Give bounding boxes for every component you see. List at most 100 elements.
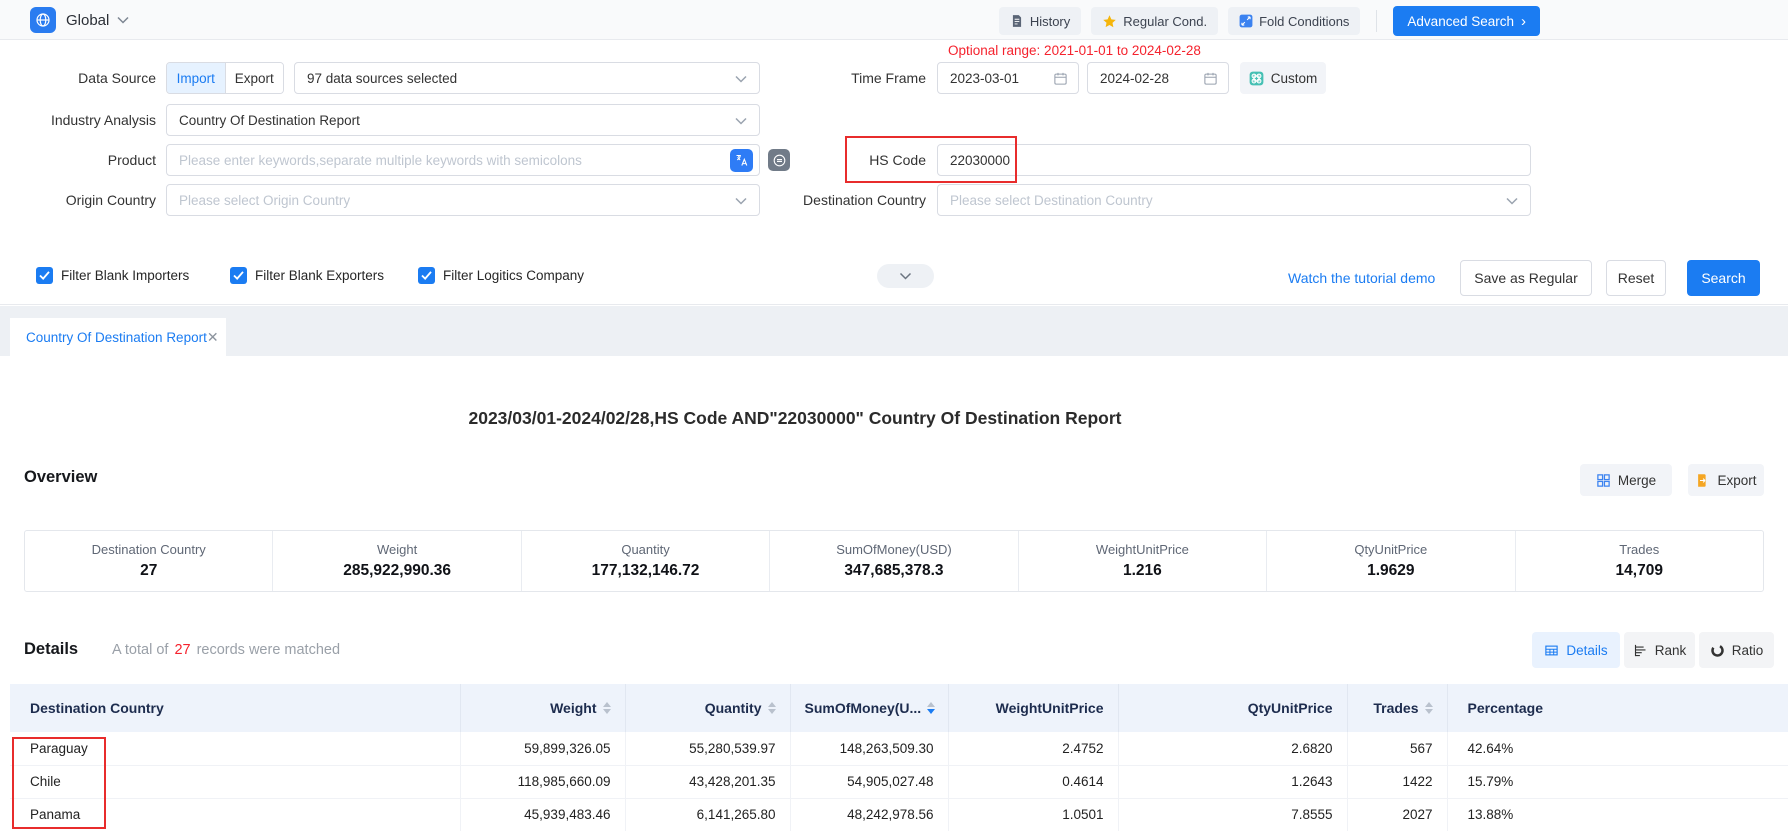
export-toggle[interactable]: Export	[225, 63, 284, 93]
topbar-divider	[1376, 10, 1377, 32]
cell-quantity: 43,428,201.35	[625, 765, 790, 798]
view-ratio-button[interactable]: Ratio	[1699, 632, 1774, 668]
industry-analysis-select[interactable]: Country Of Destination Report	[166, 104, 760, 136]
destination-country-label: Destination Country	[740, 184, 926, 216]
cell-country[interactable]: Chile	[10, 765, 460, 798]
filter-logitics-company-checkbox[interactable]: Filter Logitics Company	[418, 267, 584, 284]
cell-country[interactable]: Paraguay	[10, 732, 460, 765]
chevron-right-icon: ›	[1521, 14, 1526, 29]
tutorial-demo-link[interactable]: Watch the tutorial demo	[1288, 260, 1435, 296]
stat-value: 14,709	[1616, 562, 1663, 580]
summary-prefix: A total of	[112, 642, 168, 658]
col-quantity[interactable]: Quantity	[625, 684, 790, 732]
sort-icon[interactable]	[1425, 702, 1433, 714]
industry-analysis-value: Country Of Destination Report	[167, 113, 360, 128]
tab-strip: Country Of Destination Report ✕	[0, 306, 1788, 356]
optional-range-text: Optional range: 2021-01-01 to 2024-02-28	[948, 43, 1201, 58]
chevron-down-icon	[1506, 197, 1518, 205]
search-button[interactable]: Search	[1687, 260, 1760, 296]
checkbox-checked-icon	[36, 267, 53, 284]
data-sources-select[interactable]: 97 data sources selected	[294, 62, 760, 94]
filter-blank-importers-checkbox[interactable]: Filter Blank Importers	[36, 267, 189, 284]
filter-blank-exporters-checkbox[interactable]: Filter Blank Exporters	[230, 267, 384, 284]
details-heading: Details	[24, 640, 78, 659]
app-root: Global History Regular Cond. Fold Condit…	[0, 0, 1788, 831]
regular-cond-button[interactable]: Regular Cond.	[1091, 7, 1218, 35]
app-logo	[30, 7, 56, 33]
filter-label: Filter Logitics Company	[443, 268, 584, 283]
details-table: Destination Country Weight Quantity SumO…	[10, 684, 1788, 831]
industry-analysis-label: Industry Analysis	[0, 104, 156, 136]
report-title: 2023/03/01-2024/02/28,HS Code AND"220300…	[0, 408, 1590, 429]
custom-range-button[interactable]: Custom	[1240, 62, 1326, 94]
data-source-toggle: Import Export	[166, 62, 284, 94]
save-as-regular-button[interactable]: Save as Regular	[1460, 260, 1592, 296]
stat-label: SumOfMoney(USD)	[836, 542, 952, 557]
col-weight[interactable]: Weight	[460, 684, 625, 732]
destination-country-select[interactable]: Please select Destination Country	[937, 184, 1531, 216]
checkbox-checked-icon	[418, 267, 435, 284]
time-frame-end-value: 2024-02-28	[1100, 71, 1169, 86]
fold-conditions-label: Fold Conditions	[1259, 14, 1349, 29]
overview-stats-card: Destination Country 27 Weight 285,922,99…	[24, 530, 1764, 592]
form-row-product: Product HS Code	[0, 144, 1788, 176]
search-form: Optional range: 2021-01-01 to 2024-02-28…	[0, 40, 1788, 305]
cell-sum: 54,905,027.48	[790, 765, 948, 798]
tab-country-of-destination-report[interactable]: Country Of Destination Report ✕	[10, 318, 226, 356]
advanced-search-label: Advanced Search	[1407, 14, 1514, 29]
view-ratio-label: Ratio	[1732, 643, 1764, 658]
history-button[interactable]: History	[999, 7, 1081, 35]
table-row[interactable]: Chile 118,985,660.09 43,428,201.35 54,90…	[10, 765, 1788, 798]
export-button[interactable]: Export	[1688, 464, 1764, 496]
table-row[interactable]: Paraguay 59,899,326.05 55,280,539.97 148…	[10, 732, 1788, 765]
table-row[interactable]: Panama 45,939,483.46 6,141,265.80 48,242…	[10, 798, 1788, 831]
view-rank-button[interactable]: Rank	[1624, 632, 1695, 668]
tab-label: Country Of Destination Report	[26, 330, 207, 345]
sort-icon[interactable]	[603, 702, 611, 714]
col-trades[interactable]: Trades	[1347, 684, 1447, 732]
view-details-label: Details	[1566, 643, 1607, 658]
hs-code-input[interactable]	[938, 145, 1530, 175]
merge-button[interactable]: Merge	[1580, 464, 1672, 496]
filter-label: Filter Blank Importers	[61, 268, 189, 283]
sort-icon-active-desc[interactable]	[927, 702, 935, 714]
bar-chart-icon	[1633, 643, 1648, 658]
collapse-form-button[interactable]	[877, 264, 934, 288]
stat-label: WeightUnitPrice	[1096, 542, 1189, 557]
cell-percentage: 15.79%	[1447, 765, 1788, 798]
cell-percentage: 42.64%	[1447, 732, 1788, 765]
sort-icon[interactable]	[768, 702, 776, 714]
col-qty-unit-price: QtyUnitPrice	[1118, 684, 1347, 732]
stat-sum-of-money: SumOfMoney(USD) 347,685,378.3	[770, 531, 1018, 591]
stat-value: 285,922,990.36	[343, 562, 451, 580]
time-frame-label: Time Frame	[740, 62, 926, 94]
time-frame-end-input[interactable]: 2024-02-28	[1087, 62, 1229, 94]
stat-weight-unit-price: WeightUnitPrice 1.216	[1019, 531, 1267, 591]
advanced-search-button[interactable]: Advanced Search ›	[1393, 6, 1540, 36]
time-frame-start-input[interactable]: 2023-03-01	[937, 62, 1079, 94]
stat-label: Quantity	[621, 542, 669, 557]
cell-country[interactable]: Panama	[10, 798, 460, 831]
cell-sum: 48,242,978.56	[790, 798, 948, 831]
region-selector[interactable]: Global	[66, 0, 129, 40]
calendar-icon	[1053, 71, 1068, 86]
fold-conditions-button[interactable]: Fold Conditions	[1228, 7, 1360, 35]
view-details-button[interactable]: Details	[1532, 632, 1620, 668]
import-toggle[interactable]: Import	[167, 63, 225, 93]
stat-label: Weight	[377, 542, 417, 557]
cell-trades: 567	[1347, 732, 1447, 765]
product-input-wrap	[166, 144, 760, 176]
product-input[interactable]	[167, 145, 759, 175]
cell-wup: 2.4752	[948, 732, 1118, 765]
reset-button[interactable]: Reset	[1606, 260, 1666, 296]
cell-trades: 1422	[1347, 765, 1447, 798]
filter-label: Filter Blank Exporters	[255, 268, 384, 283]
stat-destination-country: Destination Country 27	[25, 531, 273, 591]
origin-country-select[interactable]: Please select Origin Country	[166, 184, 760, 216]
cell-weight: 45,939,483.46	[460, 798, 625, 831]
stat-value: 1.216	[1123, 562, 1162, 580]
cell-qup: 1.2643	[1118, 765, 1347, 798]
cell-percentage: 13.88%	[1447, 798, 1788, 831]
col-sum-of-money[interactable]: SumOfMoney(U...	[790, 684, 948, 732]
close-icon[interactable]: ✕	[207, 329, 219, 346]
